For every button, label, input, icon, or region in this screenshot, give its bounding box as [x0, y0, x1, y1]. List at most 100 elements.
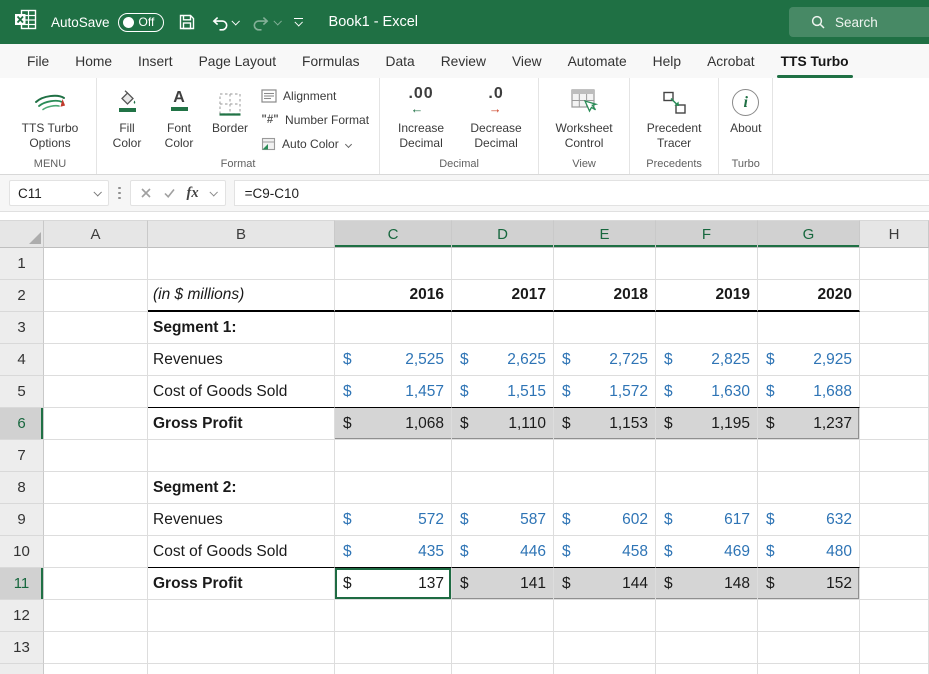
cell-C10[interactable]: $435: [335, 536, 452, 568]
tts-turbo-options-button[interactable]: TTS Turbo Options: [11, 81, 89, 151]
cell-C6[interactable]: $1,068: [335, 408, 452, 440]
cell-H2[interactable]: [860, 280, 929, 312]
column-header-D[interactable]: D: [452, 220, 554, 248]
cell-A14[interactable]: [44, 664, 148, 674]
cell-D11[interactable]: $141: [452, 568, 554, 600]
cell-C3[interactable]: [335, 312, 452, 344]
cell-B14[interactable]: [148, 664, 335, 674]
cell-H14[interactable]: [860, 664, 929, 674]
cell-G8[interactable]: [758, 472, 860, 504]
cell-F4[interactable]: $2,825: [656, 344, 758, 376]
cell-G7[interactable]: [758, 440, 860, 472]
select-all-corner[interactable]: [0, 220, 44, 248]
cell-E12[interactable]: [554, 600, 656, 632]
cell-H4[interactable]: [860, 344, 929, 376]
cell-F10[interactable]: $469: [656, 536, 758, 568]
cell-F3[interactable]: [656, 312, 758, 344]
cell-E1[interactable]: [554, 248, 656, 280]
customize-quick-access-toolbar-button[interactable]: [294, 18, 303, 27]
cell-D6[interactable]: $1,110: [452, 408, 554, 440]
tab-tts-turbo[interactable]: TTS Turbo: [768, 44, 862, 78]
cell-C4[interactable]: $2,525: [335, 344, 452, 376]
cell-F8[interactable]: [656, 472, 758, 504]
number-format-button[interactable]: "#" Number Format: [258, 110, 372, 130]
cell-E3[interactable]: [554, 312, 656, 344]
cell-A12[interactable]: [44, 600, 148, 632]
tab-data[interactable]: Data: [373, 44, 428, 78]
cell-F14[interactable]: [656, 664, 758, 674]
cell-G6[interactable]: $1,237: [758, 408, 860, 440]
cell-A10[interactable]: [44, 536, 148, 568]
tab-review[interactable]: Review: [428, 44, 499, 78]
row-header-7[interactable]: 7: [0, 440, 44, 472]
tab-insert[interactable]: Insert: [125, 44, 186, 78]
tab-formulas[interactable]: Formulas: [289, 44, 373, 78]
redo-dropdown-icon[interactable]: [273, 17, 281, 25]
row-header-5[interactable]: 5: [0, 376, 44, 408]
cell-B12[interactable]: [148, 600, 335, 632]
precedent-tracer-button[interactable]: Precedent Tracer: [637, 81, 711, 151]
auto-color-button[interactable]: Auto Color: [258, 134, 372, 154]
name-box-dropdown-icon[interactable]: [93, 188, 101, 196]
cell-E6[interactable]: $1,153: [554, 408, 656, 440]
cell-F1[interactable]: [656, 248, 758, 280]
cell-H12[interactable]: [860, 600, 929, 632]
cell-G11[interactable]: $152: [758, 568, 860, 600]
cell-D9[interactable]: $587: [452, 504, 554, 536]
cell-D8[interactable]: [452, 472, 554, 504]
cell-A1[interactable]: [44, 248, 148, 280]
cell-C9[interactable]: $572: [335, 504, 452, 536]
cell-B3[interactable]: Segment 1:: [148, 312, 335, 344]
cell-D2[interactable]: 2017: [452, 280, 554, 312]
cell-H13[interactable]: [860, 632, 929, 664]
cell-H1[interactable]: [860, 248, 929, 280]
cell-B6[interactable]: Gross Profit: [148, 408, 335, 440]
row-header-14[interactable]: 14: [0, 664, 44, 674]
cell-F13[interactable]: [656, 632, 758, 664]
redo-button[interactable]: [252, 14, 280, 31]
insert-function-button[interactable]: fx: [187, 185, 199, 202]
row-header-11[interactable]: 11: [0, 568, 44, 600]
cell-B5[interactable]: Cost of Goods Sold: [148, 376, 335, 408]
cell-D14[interactable]: [452, 664, 554, 674]
row-header-12[interactable]: 12: [0, 600, 44, 632]
cell-F5[interactable]: $1,630: [656, 376, 758, 408]
worksheet-control-button[interactable]: Worksheet Control: [546, 81, 622, 151]
cell-C13[interactable]: [335, 632, 452, 664]
cell-H9[interactable]: [860, 504, 929, 536]
cell-A11[interactable]: [44, 568, 148, 600]
cell-E9[interactable]: $602: [554, 504, 656, 536]
cell-A4[interactable]: [44, 344, 148, 376]
cell-B9[interactable]: Revenues: [148, 504, 335, 536]
cell-B10[interactable]: Cost of Goods Sold: [148, 536, 335, 568]
column-header-A[interactable]: A: [44, 220, 148, 248]
tab-acrobat[interactable]: Acrobat: [694, 44, 768, 78]
cell-D3[interactable]: [452, 312, 554, 344]
tab-help[interactable]: Help: [640, 44, 694, 78]
cell-B1[interactable]: [148, 248, 335, 280]
decrease-decimal-button[interactable]: .0 → Decrease Decimal: [461, 81, 531, 151]
cell-D4[interactable]: $2,625: [452, 344, 554, 376]
cell-C11[interactable]: $137: [335, 568, 452, 600]
column-header-C[interactable]: C: [335, 220, 452, 248]
cell-G5[interactable]: $1,688: [758, 376, 860, 408]
alignment-button[interactable]: Alignment: [258, 86, 372, 106]
cell-E11[interactable]: $144: [554, 568, 656, 600]
cell-C12[interactable]: [335, 600, 452, 632]
cell-G14[interactable]: [758, 664, 860, 674]
cell-A9[interactable]: [44, 504, 148, 536]
cell-H3[interactable]: [860, 312, 929, 344]
row-header-6[interactable]: 6: [0, 408, 44, 440]
tab-automate[interactable]: Automate: [555, 44, 640, 78]
cell-C8[interactable]: [335, 472, 452, 504]
cell-A5[interactable]: [44, 376, 148, 408]
tab-file[interactable]: File: [14, 44, 62, 78]
undo-dropdown-icon[interactable]: [231, 17, 239, 25]
row-header-4[interactable]: 4: [0, 344, 44, 376]
autosave-control[interactable]: AutoSave Off: [51, 13, 164, 32]
row-header-9[interactable]: 9: [0, 504, 44, 536]
cell-C1[interactable]: [335, 248, 452, 280]
font-color-button[interactable]: A Font Color: [156, 81, 202, 151]
cell-F6[interactable]: $1,195: [656, 408, 758, 440]
fill-color-button[interactable]: Fill Color: [104, 81, 150, 151]
